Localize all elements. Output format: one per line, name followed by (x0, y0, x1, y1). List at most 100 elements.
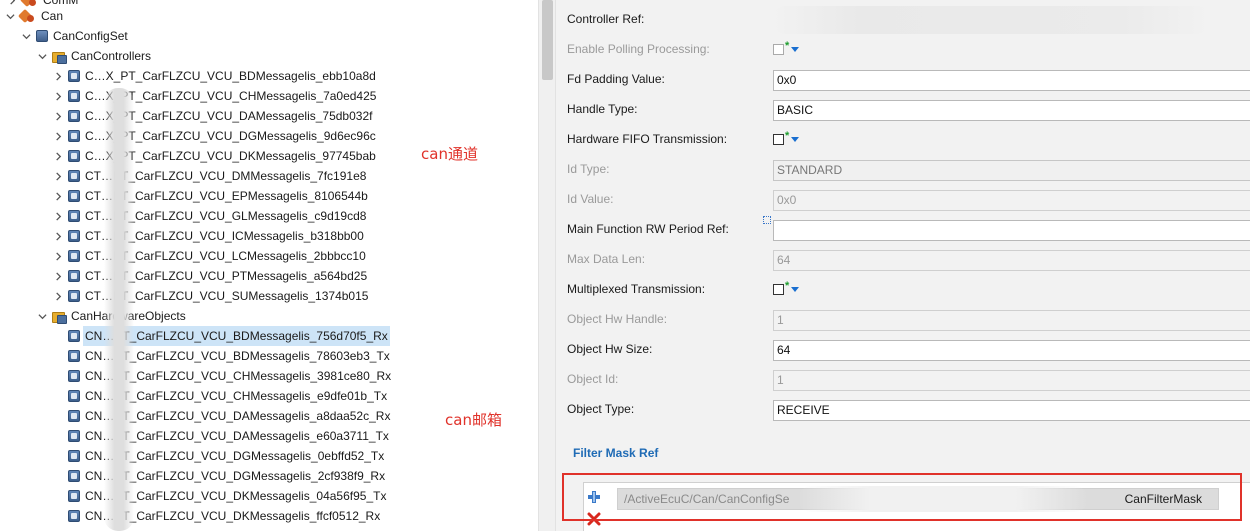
chevron-right-icon[interactable] (52, 206, 64, 226)
redaction-blur (104, 88, 134, 531)
hw-object-icon (68, 430, 80, 442)
controller-icon (68, 210, 80, 222)
dropdown-caret-icon[interactable] (791, 287, 800, 292)
prop-label: Controller Ref: (567, 12, 645, 26)
obj-hw-handle-input[interactable]: 1 (773, 310, 1250, 331)
controller-icon (68, 70, 80, 82)
hw-object-icon (68, 350, 80, 362)
chevron-right-icon[interactable] (52, 126, 64, 146)
asterisk-icon: * (785, 40, 790, 52)
prop-controller-ref: Controller Ref: (556, 0, 1250, 34)
id-value-input[interactable]: 0x0 (773, 190, 1250, 211)
annotation-can-channels: can通道 (421, 145, 478, 163)
prop-label: Object Hw Size: (567, 342, 653, 356)
asterisk-icon: * (785, 130, 790, 142)
chevron-right-icon[interactable] (52, 246, 64, 266)
prop-enable-polling: Enable Polling Processing: * (556, 30, 1250, 60)
filter-mask-ref-title: Filter Mask Ref (573, 446, 659, 460)
tree-item-controller[interactable]: CT…PT_CarFLZCU_VCU_EPMessagelis_8106544b (52, 186, 368, 206)
checkbox[interactable] (773, 44, 784, 55)
id-type-input[interactable]: STANDARD (773, 160, 1250, 181)
prop-label: Hardware FIFO Transmission: (567, 132, 728, 146)
obj-id-input[interactable]: 1 (773, 370, 1250, 391)
prop-handle-type: Handle Type: BASIC (556, 90, 1250, 121)
prop-label: Object Id: (567, 372, 619, 386)
controller-icon (68, 250, 80, 262)
dropdown-caret-icon[interactable] (791, 47, 800, 52)
prop-multiplexed: Multiplexed Transmission: * (556, 270, 1250, 300)
fd-padding-input[interactable]: 0x0 (773, 70, 1250, 91)
tree-pane: ComM Can CanConfigSet CanControllers C…X… (0, 0, 538, 531)
chevron-right-icon[interactable] (52, 286, 64, 306)
obj-type-input[interactable]: RECEIVE (773, 400, 1250, 421)
prop-label: Max Data Len: (567, 252, 646, 266)
prop-label: Id Value: (567, 192, 614, 206)
tree-item-controller[interactable]: CT…PT_CarFLZCU_VCU_ICMessagelis_b318bb00 (52, 226, 364, 246)
chevron-down-icon[interactable] (36, 306, 48, 326)
prop-fd-padding: Fd Padding Value: 0x0 (556, 60, 1250, 91)
chevron-down-icon[interactable] (20, 26, 32, 46)
prop-obj-id: Object Id: 1 (556, 360, 1250, 391)
controller-icon (68, 190, 80, 202)
annotation-highlight-box (562, 473, 1242, 521)
controller-icon (68, 170, 80, 182)
tree-scrollbar[interactable] (538, 0, 556, 531)
prop-max-data-len: Max Data Len: 64 (556, 240, 1250, 271)
main-function-ref-input[interactable] (773, 220, 1250, 241)
tree-item-controller[interactable]: CT…PT_CarFLZCU_VCU_SUMessagelis_1374b015 (52, 286, 368, 306)
prop-main-function-ref: Main Function RW Period Ref: (556, 210, 1250, 241)
prop-hw-fifo: Hardware FIFO Transmission: * (556, 120, 1250, 150)
multiplexed-checkbox[interactable]: * (773, 280, 800, 295)
handle-type-input[interactable]: BASIC (773, 100, 1250, 121)
tree-item-controller[interactable]: C…X_PT_CarFLZCU_VCU_DAMessagelis_75db032… (52, 106, 372, 126)
tree-item-controller[interactable]: C…X_PT_CarFLZCU_VCU_BDMessagelis_ebb10a8… (52, 66, 376, 86)
tree-item-cancontrollers[interactable]: CanControllers (36, 46, 151, 66)
scrollbar-thumb[interactable] (542, 0, 553, 80)
chevron-right-icon[interactable] (52, 146, 64, 166)
tree-item-controller[interactable]: C…X_PT_CarFLZCU_VCU_DGMessagelis_9d6ec96… (52, 126, 376, 146)
hw-fifo-checkbox[interactable]: * (773, 130, 800, 145)
chevron-right-icon[interactable] (52, 66, 64, 86)
dropdown-caret-icon[interactable] (791, 137, 800, 142)
obj-hw-size-input[interactable]: 64 (773, 340, 1250, 361)
controller-icon (68, 90, 80, 102)
max-data-len-input[interactable]: 64 (773, 250, 1250, 271)
chevron-right-icon[interactable] (52, 186, 64, 206)
controller-icon (68, 110, 80, 122)
prop-label: Id Type: (567, 162, 610, 176)
enable-polling-checkbox[interactable]: * (773, 40, 800, 55)
folder-icon (52, 50, 67, 64)
annotation-can-mailboxes: can邮箱 (445, 411, 502, 429)
tree-item-controller[interactable]: C…X_PT_CarFLZCU_VCU_CHMessagelis_7a0ed42… (52, 86, 376, 106)
hw-object-icon (68, 410, 80, 422)
tree-item-controller[interactable]: C…X_PT_CarFLZCU_VCU_DKMessagelis_97745ba… (52, 146, 376, 166)
chevron-right-icon[interactable] (52, 86, 64, 106)
prop-obj-hw-handle: Object Hw Handle: 1 (556, 300, 1250, 331)
tree-item-label: CanConfigSet (53, 29, 128, 43)
prop-obj-type: Object Type: RECEIVE (556, 390, 1250, 421)
asterisk-icon: * (785, 280, 790, 292)
chevron-down-icon[interactable] (36, 46, 48, 66)
container-icon (36, 30, 48, 42)
prop-label: Handle Type: (567, 102, 638, 116)
checkbox[interactable] (773, 134, 784, 145)
chevron-down-icon[interactable] (4, 6, 16, 26)
chevron-right-icon[interactable] (52, 226, 64, 246)
prop-id-value: Id Value: 0x0 (556, 180, 1250, 211)
chevron-right-icon[interactable] (52, 106, 64, 126)
prop-label: Multiplexed Transmission: (567, 282, 706, 296)
chevron-right-icon[interactable] (52, 166, 64, 186)
tree-item-controller[interactable]: CT…PT_CarFLZCU_VCU_DMMessagelis_7fc191e8 (52, 166, 366, 186)
controller-icon (68, 270, 80, 282)
chevron-right-icon[interactable] (52, 266, 64, 286)
tree-item-controller[interactable]: CT…PT_CarFLZCU_VCU_PTMessagelis_a564bd25 (52, 266, 367, 286)
hw-object-icon (68, 390, 80, 402)
tree-item-controller[interactable]: CT…PT_CarFLZCU_VCU_GLMessagelis_c9d19cd8 (52, 206, 366, 226)
checkbox[interactable] (773, 284, 784, 295)
reference-icon (763, 216, 771, 224)
tree-item-canconfigset[interactable]: CanConfigSet (20, 26, 128, 46)
controller-icon (68, 290, 80, 302)
tree-item-label: C…X_PT_CarFLZCU_VCU_BDMessagelis_ebb10a8… (85, 69, 376, 83)
tree-item-controller[interactable]: CT…PT_CarFLZCU_VCU_LCMessagelis_2bbbcc10 (52, 246, 366, 266)
tree-item-can[interactable]: Can (4, 6, 63, 26)
